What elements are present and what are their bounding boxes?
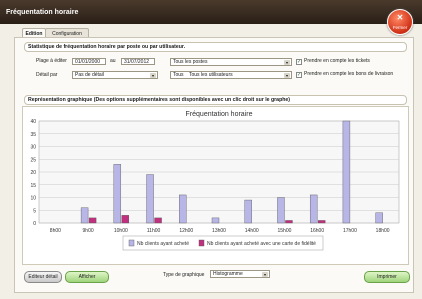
show-button[interactable]: Afficher [65, 271, 109, 283]
x-tick-label: 10h00 [114, 228, 128, 234]
x-tick-label: 15h00 [278, 228, 292, 234]
bar-clients [113, 164, 122, 224]
bar-clients [277, 197, 285, 224]
period-to-label: au [110, 58, 116, 64]
y-tick-label: 35 [30, 132, 36, 138]
x-tick-label: 18h00 [376, 228, 390, 234]
users-select-left: Tous [173, 72, 184, 78]
y-tick-label: 15 [30, 183, 36, 189]
chevron-down-icon: ▾ [150, 73, 156, 78]
period-to-field[interactable]: 31/07/2012 [121, 58, 155, 65]
bar-clients [179, 194, 187, 224]
bar-clients [146, 174, 154, 224]
x-tick-label: 16h00 [310, 228, 324, 234]
detail-select[interactable]: Pas de détail ▾ [72, 71, 158, 79]
section-stats-title: Statistique de fréquentation horaire par… [24, 42, 407, 52]
bar-fidelity [121, 215, 130, 224]
poste-select-value: Tous les postes [173, 59, 208, 65]
chart-type-select[interactable]: Histogramme ▾ [210, 270, 270, 278]
bar-clients [375, 212, 383, 224]
x-tick-label: 17h00 [343, 228, 357, 234]
legend-label: Nb clients ayant acheté [137, 241, 189, 247]
print-button[interactable]: Imprimer [364, 271, 410, 283]
poste-select[interactable]: Tous les postes ▾ [170, 58, 292, 66]
section-graph-title: Représentation graphique (Des options su… [24, 95, 407, 105]
x-tick-label: 12h00 [179, 228, 193, 234]
x-tick-label: 13h00 [212, 228, 226, 234]
chevron-down-icon: ▾ [262, 272, 268, 277]
y-tick-label: 5 [33, 208, 36, 214]
tickets-checkbox-label: Prendre en compte les tickets [304, 58, 370, 64]
y-tick-label: 20 [30, 170, 36, 176]
tickets-checkbox[interactable]: ✓ [296, 59, 302, 65]
chevron-down-icon: ▾ [284, 73, 290, 78]
period-label: Plage à éditer [36, 58, 67, 64]
x-tick-label: 14h00 [245, 228, 259, 234]
bar-fidelity [88, 217, 97, 224]
chart-type-value: Histogramme [213, 271, 243, 277]
legend-swatch [198, 239, 205, 247]
bar-fidelity [285, 220, 293, 224]
bar-clients [309, 194, 318, 224]
close-button[interactable]: ✕ Fermer [387, 9, 413, 35]
x-tick-label: 11h00 [147, 228, 161, 234]
legend-swatch [128, 239, 135, 247]
close-label: Fermer [392, 25, 408, 30]
frequency-chart: Fréquentation horaire 0 5 10 15 20 25 30 35 40 8h0… [30, 111, 400, 251]
bar-clients [80, 207, 89, 224]
x-tick-label: 8h00 [50, 228, 61, 234]
title-bar: Fréquentation horaire [0, 0, 422, 24]
window-title: Fréquentation horaire [6, 9, 79, 16]
y-tick-label: 25 [30, 157, 36, 163]
chart-title: Fréquentation horaire [186, 111, 253, 118]
legend-label: Nb clients ayant acheté avec une carte d… [207, 241, 316, 247]
delivery-checkbox[interactable]: ✓ [296, 72, 302, 78]
y-tick-label: 10 [30, 196, 36, 202]
y-tick-label: 30 [30, 145, 36, 151]
detail-select-value: Pas de détail [75, 72, 104, 78]
bar-fidelity [317, 220, 326, 224]
y-tick-label: 0 [33, 221, 36, 227]
x-tick-label: 9h00 [83, 228, 94, 234]
bar-clients [342, 120, 351, 224]
delivery-checkbox-label: Prendre en compte les bons de livraison [304, 71, 394, 77]
detail-label: Détail par [36, 72, 58, 78]
chevron-down-icon: ▾ [284, 60, 290, 65]
chart-type-label: Type de graphique [163, 272, 205, 278]
period-from-field[interactable]: 01/01/2000 [72, 58, 106, 65]
edit-detail-button[interactable]: Editeur détail [24, 271, 62, 283]
bar-fidelity [154, 217, 162, 224]
y-tick-label: 40 [30, 119, 36, 125]
close-icon: ✕ [396, 13, 404, 22]
bar-clients [244, 199, 252, 224]
users-select[interactable]: Tous Tous les utilisateurs ▾ [170, 71, 292, 79]
users-select-right: Tous les utilisateurs [189, 72, 233, 78]
bar-clients [211, 217, 220, 224]
chart-area[interactable]: Fréquentation horaire 0 5 10 15 20 25 30 35 40 8h0… [22, 106, 409, 265]
